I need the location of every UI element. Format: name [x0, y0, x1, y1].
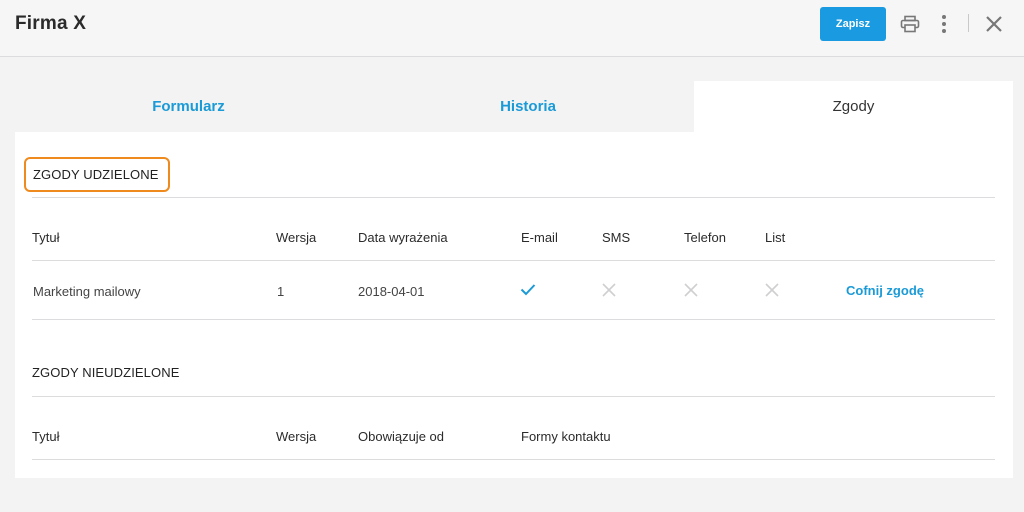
- save-button[interactable]: Zapisz: [820, 7, 886, 41]
- tab-zgody[interactable]: Zgody: [694, 81, 1013, 132]
- consent-version: 1: [277, 284, 285, 299]
- column-header-email: E-mail: [521, 230, 558, 245]
- tab-bar: Formularz Historia Zgody: [15, 81, 1013, 132]
- column-header-sms: SMS: [602, 230, 631, 245]
- cross-icon: [765, 283, 779, 302]
- tab-historia[interactable]: Historia: [362, 81, 694, 132]
- check-icon: [520, 283, 536, 301]
- divider: [32, 396, 995, 397]
- column-header-title: Tytuł: [32, 230, 60, 245]
- cross-icon: [602, 283, 616, 302]
- divider: [32, 260, 995, 261]
- column-header-date: Data wyrażenia: [358, 230, 448, 245]
- column-header-version: Wersja: [276, 429, 317, 444]
- header-divider: [968, 14, 969, 32]
- page-title: Firma X: [15, 13, 87, 34]
- consent-date: 2018-04-01: [358, 284, 425, 299]
- tab-formularz[interactable]: Formularz: [15, 81, 362, 132]
- column-header-phone: Telefon: [684, 230, 726, 245]
- divider: [32, 319, 995, 320]
- divider: [32, 197, 995, 198]
- revoke-consent-link[interactable]: Cofnij zgodę: [846, 283, 924, 298]
- print-icon[interactable]: [897, 10, 923, 38]
- divider: [32, 459, 995, 460]
- column-header-valid-from: Obowiązuje od: [358, 429, 444, 444]
- consents-panel: ZGODY UDZIELONE Tytuł Wersja Data wyraże…: [15, 132, 1013, 478]
- close-icon[interactable]: [981, 10, 1007, 38]
- column-header-letter: List: [765, 230, 786, 245]
- window-header: Firma X Zapisz: [0, 0, 1024, 57]
- cross-icon: [684, 283, 698, 302]
- consent-title: Marketing mailowy: [33, 284, 141, 299]
- column-header-title: Tytuł: [32, 429, 60, 444]
- column-header-version: Wersja: [276, 230, 317, 245]
- more-vertical-icon[interactable]: [931, 10, 957, 38]
- not-granted-section-title: ZGODY NIEUDZIELONE: [32, 365, 180, 380]
- column-header-contact-forms: Formy kontaktu: [521, 429, 611, 444]
- granted-section-title: ZGODY UDZIELONE: [24, 157, 170, 192]
